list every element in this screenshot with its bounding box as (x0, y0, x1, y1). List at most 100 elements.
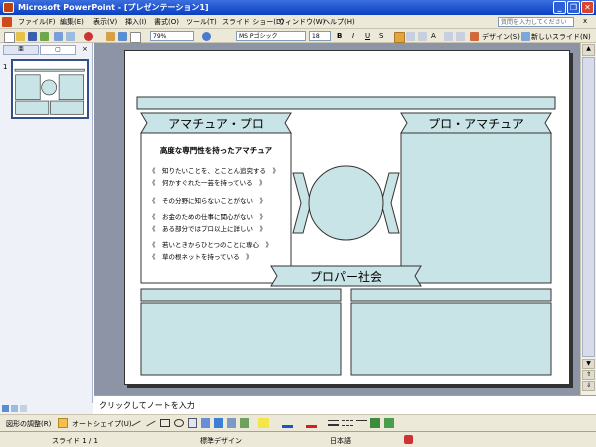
wordart-icon[interactable] (201, 418, 210, 428)
permission-icon[interactable] (40, 32, 49, 41)
save-icon[interactable] (28, 32, 37, 41)
drawing-toolbar: 図形の調整(R) オートシェイプ(U) (0, 414, 596, 431)
text-box-draw-icon[interactable] (188, 418, 197, 428)
menu-insert[interactable]: 挿入(I) (125, 17, 147, 27)
notes-placeholder[interactable]: クリックしてノートを入力 (99, 400, 195, 411)
shadow-button[interactable]: S (379, 32, 383, 40)
center-icon[interactable] (406, 32, 415, 41)
spelling-status-icon[interactable] (404, 435, 413, 444)
line-color-icon[interactable] (282, 418, 293, 428)
italic-button[interactable]: I (352, 32, 354, 40)
subtitle: 高度な専門性を持ったアマチュア (160, 145, 273, 155)
menu-tools[interactable]: ツール(T) (186, 17, 217, 27)
menu-file[interactable]: ファイル(F) (18, 17, 56, 27)
new-icon[interactable] (4, 32, 15, 43)
draw-menu-button[interactable]: 図形の調整(R) (6, 419, 51, 429)
undo-icon[interactable] (84, 32, 93, 41)
line-style-icon[interactable] (328, 420, 339, 426)
oval-icon[interactable] (174, 419, 184, 427)
outdent-icon[interactable] (456, 32, 465, 41)
indent-icon[interactable] (444, 32, 453, 41)
diagram-icon[interactable] (214, 418, 223, 428)
menu-view[interactable]: 表示(V) (93, 17, 117, 27)
design-button[interactable]: デザイン(S) (482, 32, 520, 42)
scroll-up-icon[interactable]: ▲ (582, 44, 595, 56)
insert-chart-icon[interactable] (106, 32, 115, 41)
underline-button[interactable]: U (365, 32, 370, 40)
bullet-5: 《 ある部分ではプロ以上に詳しい 》 (149, 224, 266, 233)
slide-canvas[interactable]: アマチュア・プロ プロ・アマチュア プロパー社会 高度な専門性を持ったアマチュア… (124, 50, 570, 385)
menu-slideshow[interactable]: スライド ショー(D) (222, 17, 284, 27)
bottom-right-box (350, 302, 552, 376)
bullet-3: 《 その分野に知らないことがない 》 (149, 196, 266, 205)
select-objects-icon[interactable] (58, 418, 68, 428)
preview-icon[interactable] (66, 32, 75, 41)
fill-color-icon[interactable] (258, 418, 269, 428)
open-icon[interactable] (16, 32, 25, 41)
view-buttons (0, 403, 93, 414)
clipart-icon[interactable] (227, 418, 236, 428)
bullet-6: 《 若いときからひとつのことに専心 》 (149, 240, 272, 249)
toolbar: 79% MS Pゴシック 18 B I U S A デザイン(S) 新しいスライ… (0, 29, 596, 43)
dash-style-icon[interactable] (342, 420, 353, 426)
bottom-left-strip (140, 288, 342, 302)
menu-window[interactable]: ウィンドウ(W) (278, 17, 325, 27)
bullet-7: 《 草の根ネットを持っている 》 (149, 252, 253, 261)
help-search-input[interactable]: 質問を入力してください (498, 17, 574, 27)
font-size-select[interactable]: 18 (309, 31, 331, 41)
proper-society-title: プロパー社会 (310, 269, 382, 284)
notes-pane[interactable]: クリックしてノートを入力 (94, 395, 596, 414)
next-slide-icon[interactable]: ⇓ (582, 381, 595, 391)
sorter-view-icon[interactable] (11, 405, 18, 412)
menu-edit[interactable]: 編集(E) (60, 17, 84, 27)
arrow-style-icon[interactable] (356, 420, 367, 426)
close-button[interactable]: ✕ (581, 1, 594, 14)
text-box-icon[interactable] (130, 32, 141, 43)
font-name-select[interactable]: MS Pゴシック (236, 31, 306, 41)
powerpoint-app-icon[interactable] (3, 2, 14, 13)
bullet-4: 《 お金のための仕事に関心がない 》 (149, 212, 266, 221)
font-color-icon[interactable] (470, 32, 479, 41)
insert-table-icon[interactable] (118, 32, 127, 41)
slide-thumbnail[interactable] (11, 59, 89, 119)
doc-close-icon[interactable]: x (583, 17, 587, 25)
restore-button[interactable]: ❐ (567, 1, 580, 14)
grow-font-button[interactable]: A (431, 32, 436, 40)
shadow-style-icon[interactable] (370, 418, 380, 428)
3d-style-icon[interactable] (384, 418, 394, 428)
normal-view-icon[interactable] (2, 405, 9, 412)
slideshow-view-icon[interactable] (20, 405, 27, 412)
previous-slide-icon[interactable]: ⇑ (582, 370, 595, 380)
right-panel (400, 132, 552, 284)
align-right-icon[interactable] (418, 32, 427, 41)
scroll-thumb[interactable] (582, 57, 595, 357)
pane-close-icon[interactable]: × (82, 45, 88, 53)
line-icon[interactable] (131, 420, 141, 427)
bold-button[interactable]: B (337, 32, 342, 40)
menu-format[interactable]: 書式(O) (154, 17, 179, 27)
status-bar: スライド 1 / 1 標準デザイン 日本語 (0, 431, 596, 447)
picture-icon[interactable] (240, 418, 249, 428)
tab-outline[interactable]: 亜 (3, 45, 39, 55)
scroll-down-icon[interactable]: ▼ (582, 359, 595, 369)
document-icon[interactable] (2, 17, 12, 27)
menu-help[interactable]: ヘルプ(H) (323, 17, 355, 27)
left-arrow-shape (292, 172, 312, 234)
help-icon[interactable] (202, 32, 211, 41)
font-color-draw-icon[interactable] (306, 418, 317, 428)
rectangle-icon[interactable] (160, 419, 170, 427)
new-slide-icon[interactable] (521, 32, 530, 41)
bullet-1: 《 知りたいことを、とことん追究する 》 (149, 166, 279, 175)
new-slide-button[interactable]: 新しいスライド(N) (531, 32, 591, 42)
align-left-icon[interactable] (394, 32, 405, 43)
autoshapes-button[interactable]: オートシェイプ(U) (72, 419, 132, 429)
print-icon[interactable] (54, 32, 63, 41)
zoom-select[interactable]: 79% (150, 31, 194, 41)
title-bar: Microsoft PowerPoint - [プレゼンテーション1] _ ❐ … (0, 0, 596, 15)
minimize-button[interactable]: _ (553, 1, 566, 14)
tab-slides[interactable]: ▢ (40, 45, 76, 55)
arrow-icon[interactable] (146, 420, 156, 427)
vertical-scrollbar[interactable]: ▲ ▼ ⇑ ⇓ (580, 43, 596, 395)
menu-bar: ファイル(F) 編集(E) 表示(V) 挿入(I) 書式(O) ツール(T) ス… (0, 15, 596, 29)
header-strip (136, 96, 556, 110)
